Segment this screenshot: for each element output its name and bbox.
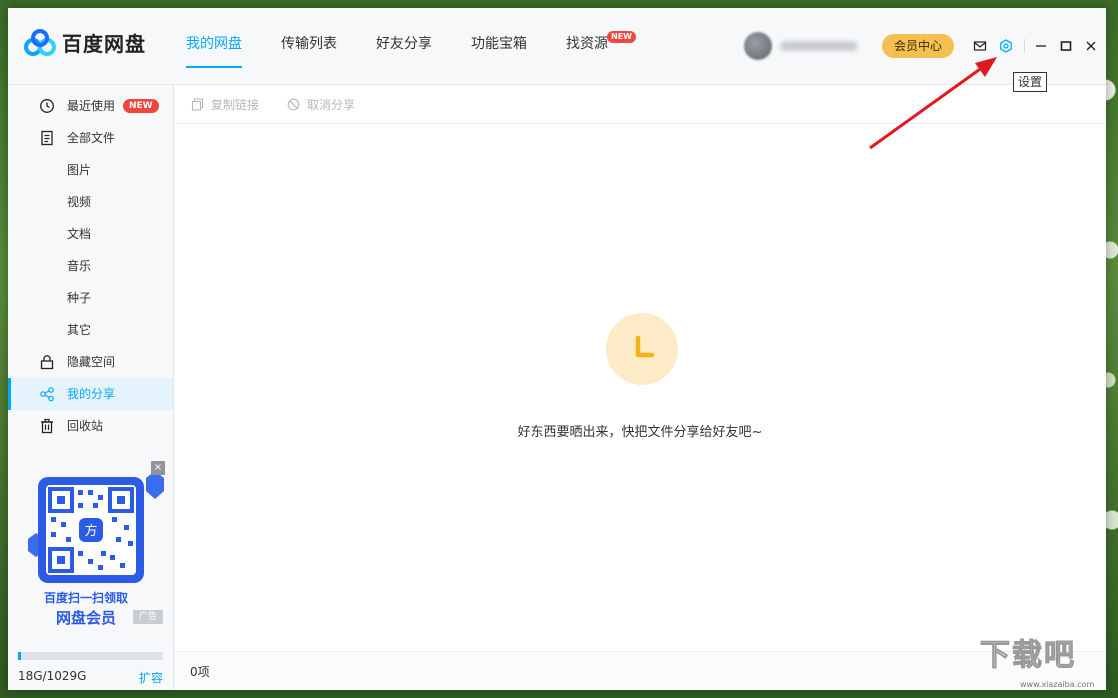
tab-find-resources[interactable]: 找资源 NEW [566, 8, 636, 84]
sidebar-item-label: 视频 [67, 195, 92, 209]
tab-toolbox[interactable]: 功能宝箱 [471, 8, 527, 84]
copy-link-label: 复制链接 [211, 98, 260, 112]
tab-transfer-list[interactable]: 传输列表 [281, 8, 337, 84]
share-toolbar: 复制链接 取消分享 [174, 85, 1106, 124]
main-nav: 我的网盘 传输列表 好友分享 功能宝箱 找资源 NEW [186, 8, 647, 84]
baidu-netdisk-window: 百度网盘 我的网盘 传输列表 好友分享 功能宝箱 找资源 NEW 会员中心 设置… [8, 8, 1106, 690]
promo-close-button[interactable]: × [151, 461, 165, 475]
tab-label: 传输列表 [281, 36, 337, 52]
sidebar-item-music[interactable]: 音乐 [8, 250, 173, 282]
new-badge: NEW [607, 31, 636, 43]
cloud-logo-icon [24, 28, 56, 56]
new-badge: NEW [123, 99, 159, 113]
promo-title: 网盘会员 [56, 609, 117, 627]
top-bar: 百度网盘 我的网盘 传输列表 好友分享 功能宝箱 找资源 NEW 会员中心 [8, 8, 1106, 85]
cancel-share-label: 取消分享 [307, 98, 356, 112]
qr-center-logo: 方 [84, 523, 97, 539]
mail-icon [973, 41, 987, 51]
sidebar-item-label: 隐藏空间 [67, 355, 116, 369]
status-bar: 0项 [174, 651, 1106, 690]
sidebar-item-label: 我的分享 [67, 387, 116, 401]
empty-state-message: 好东西要晒出来，快把文件分享给好友吧~ [517, 425, 763, 440]
sidebar-item-label: 最近使用 [67, 99, 116, 113]
copy-icon [191, 98, 204, 111]
sidebar-item-label: 图片 [67, 163, 92, 177]
clock-hands-icon [635, 335, 655, 358]
copy-link-button[interactable]: 复制链接 [191, 96, 259, 113]
sidebar-item-torrents[interactable]: 种子 [8, 282, 173, 314]
sidebar-item-recent[interactable]: 最近使用 NEW [8, 90, 173, 122]
sidebar-item-other[interactable]: 其它 [8, 314, 173, 346]
storage-progress-fill [18, 652, 21, 660]
user-account[interactable] [744, 32, 858, 60]
cancel-share-button[interactable]: 取消分享 [287, 96, 355, 113]
settings-button[interactable] [997, 37, 1015, 55]
tab-friend-share[interactable]: 好友分享 [376, 8, 432, 84]
trash-icon [41, 418, 53, 434]
sidebar-item-my-share[interactable]: 我的分享 [8, 378, 173, 410]
tab-label: 找资源 [566, 36, 608, 52]
sidebar-item-all-files[interactable]: 全部文件 [8, 122, 173, 154]
app-logo: 百度网盘 [24, 28, 146, 57]
vip-center-button[interactable]: 会员中心 [882, 34, 955, 58]
sidebar-item-label: 其它 [67, 323, 92, 337]
avatar[interactable] [744, 32, 772, 60]
sidebar-item-label: 文档 [67, 227, 92, 241]
tab-label: 我的网盘 [186, 36, 242, 52]
minimize-button[interactable] [1032, 37, 1050, 55]
tab-label: 功能宝箱 [471, 36, 527, 52]
sidebar-item-label: 音乐 [67, 259, 92, 273]
sidebar-item-videos[interactable]: 视频 [8, 186, 173, 218]
cancel-icon [287, 98, 300, 111]
app-name: 百度网盘 [62, 32, 146, 56]
tab-label: 好友分享 [376, 36, 432, 52]
gear-icon [1000, 39, 1012, 53]
promo-text: 百度扫一扫领取 [44, 591, 129, 605]
watermark-logo: 下载吧 [980, 638, 1076, 674]
sidebar-item-label: 全部文件 [67, 131, 116, 145]
storage-progress-bar [18, 652, 163, 660]
sidebar-item-documents[interactable]: 文档 [8, 218, 173, 250]
sidebar-item-label: 种子 [67, 291, 92, 305]
empty-state-illustration [606, 313, 678, 385]
qr-code-frame: 方 [38, 477, 144, 583]
username-blurred [780, 41, 858, 51]
sidebar-item-recycle-bin[interactable]: 回收站 [8, 410, 173, 442]
lock-icon [40, 355, 54, 370]
watermark-url: www.xiazaiba.com [1020, 680, 1095, 689]
qr-code-icon: 方 [48, 487, 134, 573]
divider [1024, 39, 1025, 53]
expand-storage-link[interactable]: 扩容 [139, 669, 163, 686]
clock-icon [40, 99, 54, 113]
close-button[interactable] [1082, 37, 1100, 55]
qr-code[interactable]: 方 [46, 485, 136, 575]
share-icon [40, 387, 54, 402]
mail-button[interactable] [971, 37, 989, 55]
item-count: 0项 [190, 665, 210, 679]
maximize-icon [1060, 41, 1072, 51]
maximize-button[interactable] [1057, 37, 1075, 55]
ad-label: 广告 [133, 610, 163, 624]
close-icon [1086, 41, 1096, 51]
sidebar-item-label: 回收站 [67, 419, 104, 433]
sidebar-item-hidden-space[interactable]: 隐藏空间 [8, 346, 173, 378]
vip-promo-banner[interactable]: 方 × 百度扫一扫领取 网盘会员 广告 [26, 461, 166, 629]
minimize-icon [1036, 45, 1046, 47]
cube-decoration-icon [146, 471, 164, 499]
document-icon [41, 130, 53, 146]
storage-usage-text: 18G/1029G [18, 669, 87, 683]
sidebar: 最近使用 NEW 全部文件 图片 视频 文档 音乐 种子 其它 隐藏空间 我的分… [8, 85, 174, 690]
sidebar-item-images[interactable]: 图片 [8, 154, 173, 186]
tab-my-netdisk[interactable]: 我的网盘 [186, 8, 242, 84]
